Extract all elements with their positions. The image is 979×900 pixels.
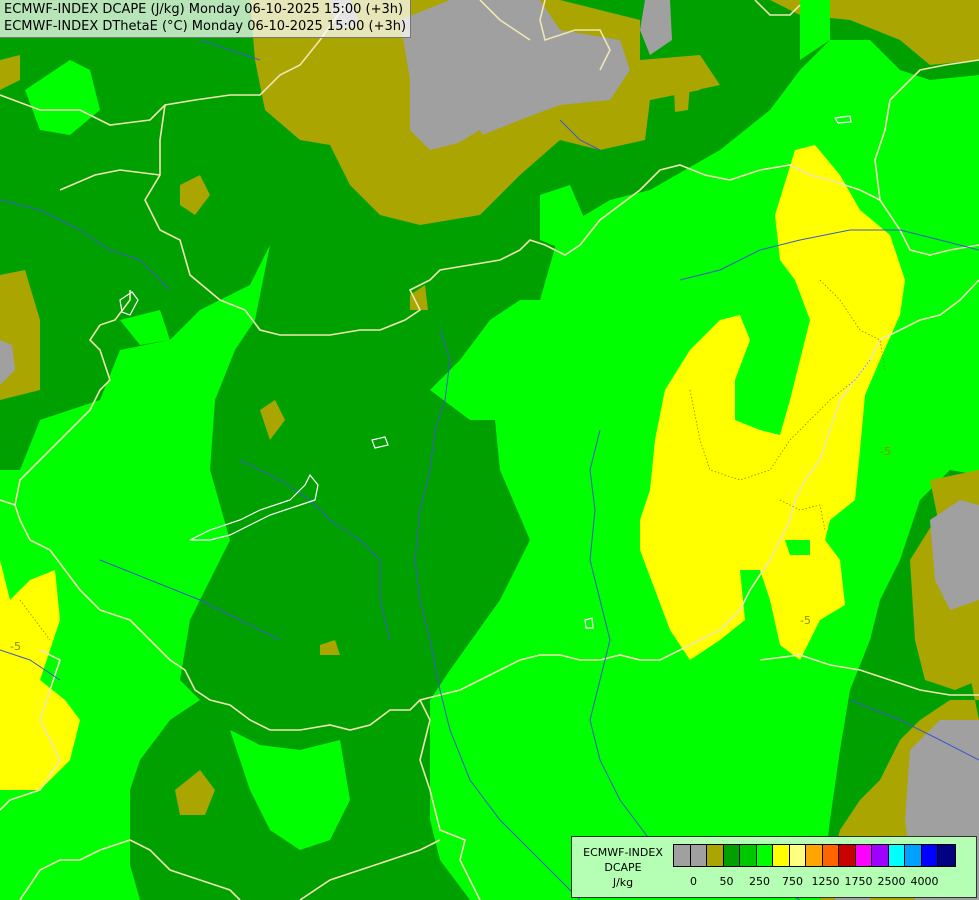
legend-tick-6: 2500 xyxy=(877,875,906,888)
legend-swatch-6 xyxy=(773,845,790,866)
title-line-dcape: ECMWF-INDEX DCAPE (J/kg) Monday 06-10-20… xyxy=(4,2,404,17)
map-title: ECMWF-INDEX DCAPE (J/kg) Monday 06-10-20… xyxy=(0,0,412,38)
legend-tick-4: 1250 xyxy=(811,875,840,888)
legend-swatch-16 xyxy=(938,845,955,866)
legend-tick-1: 50 xyxy=(719,875,734,888)
weather-map: -5 -5 -5 xyxy=(0,0,979,900)
map-view: -5 -5 -5 ECMWF-INDEX DCAPE (J/kg) Monday… xyxy=(0,0,979,900)
legend-variable: DCAPE xyxy=(604,861,642,874)
legend-tick-2: 250 xyxy=(749,875,770,888)
contour-label: -5 xyxy=(800,614,811,627)
legend-tick-0: 0 xyxy=(690,875,697,888)
legend-swatch-0 xyxy=(674,845,691,866)
legend-swatch-2 xyxy=(707,845,724,866)
legend-swatch-11 xyxy=(855,845,872,866)
legend-tick-7: 4000 xyxy=(910,875,939,888)
legend-swatch-15 xyxy=(921,845,938,866)
legend-swatch-4 xyxy=(740,845,757,866)
legend-swatches xyxy=(673,844,956,867)
legend-swatch-5 xyxy=(756,845,773,866)
legend-swatch-1 xyxy=(690,845,707,866)
title-line-dthetae: ECMWF-INDEX DThetaE (°C) Monday 06-10-20… xyxy=(4,19,407,34)
legend-swatch-3 xyxy=(723,845,740,866)
legend-swatch-14 xyxy=(905,845,922,866)
legend-swatch-10 xyxy=(839,845,856,866)
legend-swatch-8 xyxy=(806,845,823,866)
legend-ticks: 0 50 250 750 1250 1750 2500 4000 xyxy=(673,875,963,889)
legend-model: ECMWF-INDEX xyxy=(583,846,663,859)
legend-swatch-13 xyxy=(888,845,905,866)
legend-swatch-12 xyxy=(872,845,889,866)
contour-label: -5 xyxy=(10,640,21,653)
color-legend: ECMWF-INDEX DCAPE J/kg 0 50 250 750 1250 1750… xyxy=(571,836,977,898)
legend-swatch-7 xyxy=(789,845,806,866)
legend-tick-5: 1750 xyxy=(844,875,873,888)
contour-label: -5 xyxy=(880,445,891,458)
legend-unit: J/kg xyxy=(612,876,634,889)
legend-tick-3: 750 xyxy=(782,875,803,888)
legend-label: ECMWF-INDEX DCAPE J/kg xyxy=(576,845,670,890)
legend-swatch-9 xyxy=(822,845,839,866)
